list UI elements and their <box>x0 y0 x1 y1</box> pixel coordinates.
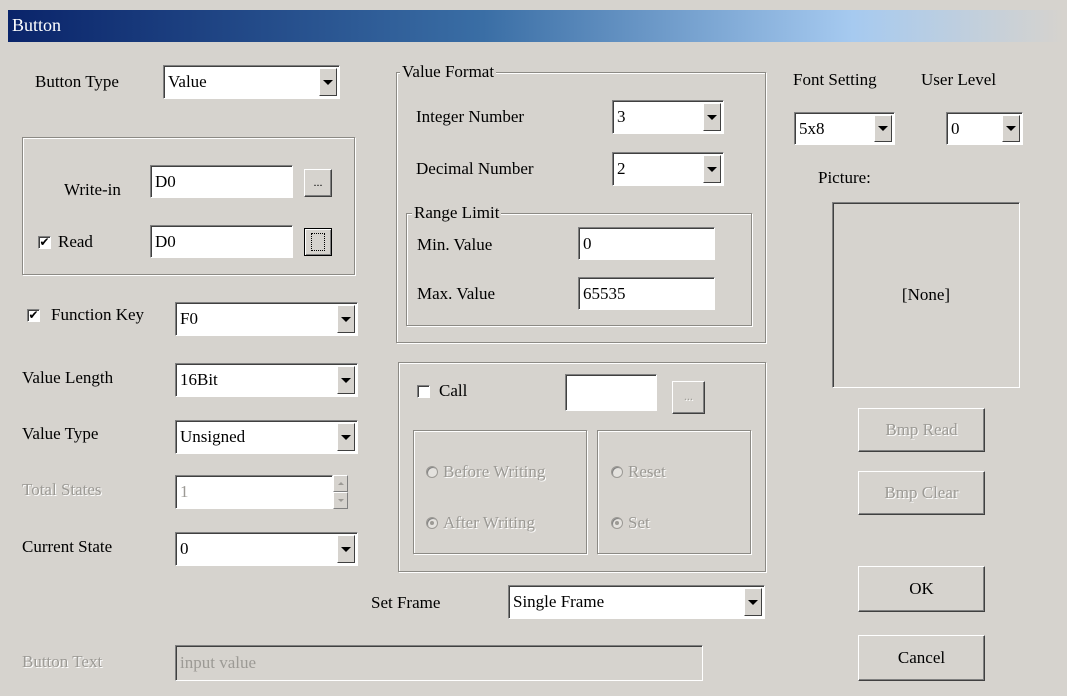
value-length-label: Value Length <box>22 368 114 387</box>
call-input[interactable] <box>565 374 657 411</box>
write-timing-group <box>413 430 587 554</box>
set-frame-select[interactable]: Single Frame <box>508 585 765 619</box>
button-type-select[interactable]: Value <box>163 65 340 99</box>
user-level-select[interactable]: 0 <box>946 112 1023 145</box>
total-states-label: Total States <box>22 480 102 499</box>
set-radio[interactable] <box>611 517 623 529</box>
reset-radio[interactable] <box>611 466 623 478</box>
value-type-value: Unsigned <box>180 427 246 446</box>
button-text-label: Button Text <box>22 652 103 671</box>
chevron-down-icon[interactable] <box>874 115 892 142</box>
total-states-input[interactable]: 1 <box>175 475 333 509</box>
reset-label: Reset <box>628 462 666 481</box>
picture-label: Picture: <box>818 168 871 187</box>
integer-number-label: Integer Number <box>416 107 525 126</box>
window-title: Button <box>12 15 62 35</box>
call-browse-button[interactable]: ... <box>672 381 705 414</box>
after-writing-radio[interactable] <box>426 517 438 529</box>
current-state-select[interactable]: 0 <box>175 532 358 566</box>
cancel-button[interactable]: Cancel <box>858 635 985 681</box>
button-type-label: Button Type <box>35 72 119 91</box>
chevron-down-icon[interactable] <box>337 423 355 451</box>
call-label: Call <box>439 381 468 400</box>
read-input[interactable]: D0 <box>150 225 293 258</box>
call-checkbox[interactable] <box>417 385 430 398</box>
before-writing-radio[interactable] <box>426 466 438 478</box>
value-format-legend: Value Format <box>400 62 497 81</box>
write-in-input[interactable]: D0 <box>150 165 293 198</box>
read-browse-button[interactable] <box>304 228 332 256</box>
chevron-down-icon[interactable] <box>703 103 721 131</box>
write-in-label: Write-in <box>64 180 121 199</box>
min-value-label: Min. Value <box>417 235 493 254</box>
value-length-select[interactable]: 16Bit <box>175 363 358 397</box>
value-type-select[interactable]: Unsigned <box>175 420 358 454</box>
chevron-down-icon[interactable] <box>337 535 355 563</box>
chevron-down-icon[interactable] <box>703 155 721 183</box>
chevron-down-icon[interactable] <box>337 366 355 394</box>
focus-rect <box>311 233 325 251</box>
min-value-input[interactable]: 0 <box>578 227 715 260</box>
max-value-label: Max. Value <box>417 284 496 303</box>
set-frame-label: Set Frame <box>371 593 441 612</box>
write-in-browse-button[interactable]: ... <box>304 169 332 197</box>
button-type-value: Value <box>168 72 207 91</box>
chevron-down-icon[interactable] <box>744 588 762 616</box>
bmp-read-button[interactable]: Bmp Read <box>858 408 985 452</box>
font-setting-select[interactable]: 5x8 <box>794 112 895 145</box>
value-length-value: 16Bit <box>180 370 218 389</box>
ok-button[interactable]: OK <box>858 566 985 612</box>
current-state-label: Current State <box>22 537 113 556</box>
read-checkbox[interactable]: ✔ <box>38 236 51 249</box>
current-state-value: 0 <box>180 539 189 558</box>
decimal-number-label: Decimal Number <box>416 159 534 178</box>
decimal-number-select[interactable]: 2 <box>612 152 724 186</box>
before-writing-label: Before Writing <box>443 462 546 481</box>
range-limit-legend: Range Limit <box>412 203 502 222</box>
function-key-checkbox[interactable]: ✔ <box>27 309 40 322</box>
after-writing-label: After Writing <box>443 513 536 532</box>
font-setting-label: Font Setting <box>793 70 877 89</box>
picture-preview: [None] <box>832 202 1020 388</box>
reset-set-group <box>597 430 751 554</box>
integer-number-select[interactable]: 3 <box>612 100 724 134</box>
spinner-down-icon[interactable] <box>333 492 348 509</box>
bmp-clear-button[interactable]: Bmp Clear <box>858 471 985 515</box>
set-frame-value: Single Frame <box>513 592 605 611</box>
set-label: Set <box>628 513 650 532</box>
chevron-down-icon[interactable] <box>337 305 355 333</box>
function-key-select[interactable]: F0 <box>175 302 358 336</box>
picture-value: [None] <box>901 285 951 304</box>
value-type-label: Value Type <box>22 424 99 443</box>
chevron-down-icon[interactable] <box>319 68 337 96</box>
function-key-value: F0 <box>180 309 198 328</box>
function-key-label: Function Key <box>51 305 145 324</box>
chevron-down-icon[interactable] <box>1002 115 1020 142</box>
max-value-input[interactable]: 65535 <box>578 277 715 310</box>
read-label: Read <box>58 232 93 251</box>
spinner-up-icon[interactable] <box>333 475 348 492</box>
title-bar: Button <box>8 10 1064 42</box>
user-level-label: User Level <box>921 70 997 89</box>
button-text-input[interactable]: input value <box>175 645 703 681</box>
